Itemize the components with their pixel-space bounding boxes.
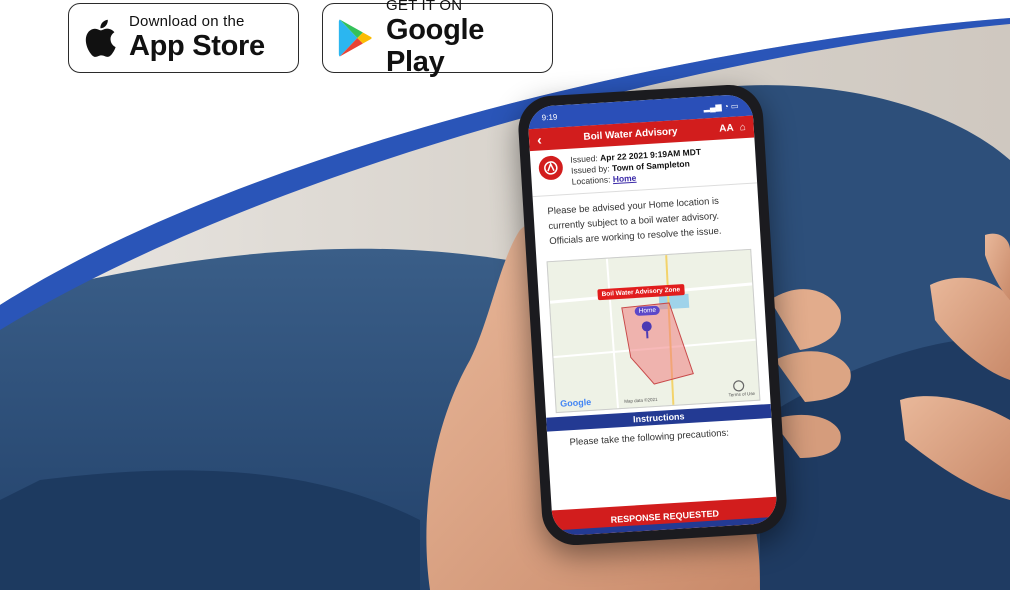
app-store-text: Download on the App Store: [129, 13, 265, 63]
town-logo-icon: [538, 155, 564, 181]
status-time: 9:19: [541, 111, 558, 122]
meta-lines: Issued: Apr 22 2021 9:19AM MDT Issued by…: [570, 147, 703, 188]
apple-logo-icon: [85, 19, 116, 57]
promo-banner: Download on the App Store GET IT ON Goog…: [0, 0, 1010, 590]
advisory-message: Please be advised your Home location is …: [547, 195, 722, 248]
google-play-small-text: GET IT ON: [386, 0, 463, 14]
google-wordmark: Google: [559, 396, 592, 409]
home-icon[interactable]: ⌂: [739, 121, 746, 132]
locations-link[interactable]: Home: [612, 173, 636, 184]
nav-title: Boil Water Advisory: [583, 125, 678, 143]
google-play-icon: [338, 19, 372, 57]
phone-screen: 9:19 ▂▄▆ ◔ ▭ ‹ Boil Water Advisory AA ⌂ …: [527, 93, 778, 537]
google-play-badge[interactable]: GET IT ON Google Play: [322, 0, 553, 78]
google-play-big-text: Google Play: [386, 14, 485, 78]
map-graphic: [547, 249, 760, 413]
app-store-small-text: Download on the: [129, 13, 245, 30]
response-requested-button[interactable]: RESPONSE REQUESTED: [551, 496, 778, 537]
header-swoosh: [0, 0, 1010, 330]
google-play-text: GET IT ON Google Play: [386, 0, 538, 78]
signal-wifi-battery-icon: ▂▄▆ ◔ ▭: [703, 100, 739, 112]
app-store-badge[interactable]: Download on the App Store: [68, 3, 299, 73]
font-size-toggle[interactable]: AA: [719, 122, 734, 134]
app-store-big-text: App Store: [129, 30, 265, 62]
smartphone: 9:19 ▂▄▆ ◔ ▭ ‹ Boil Water Advisory AA ⌂ …: [516, 82, 789, 548]
back-chevron-icon[interactable]: ‹: [537, 131, 543, 147]
home-marker-label: Home: [634, 305, 661, 317]
advisory-map[interactable]: Boil Water Advisory Zone Home Google Map…: [546, 248, 761, 414]
